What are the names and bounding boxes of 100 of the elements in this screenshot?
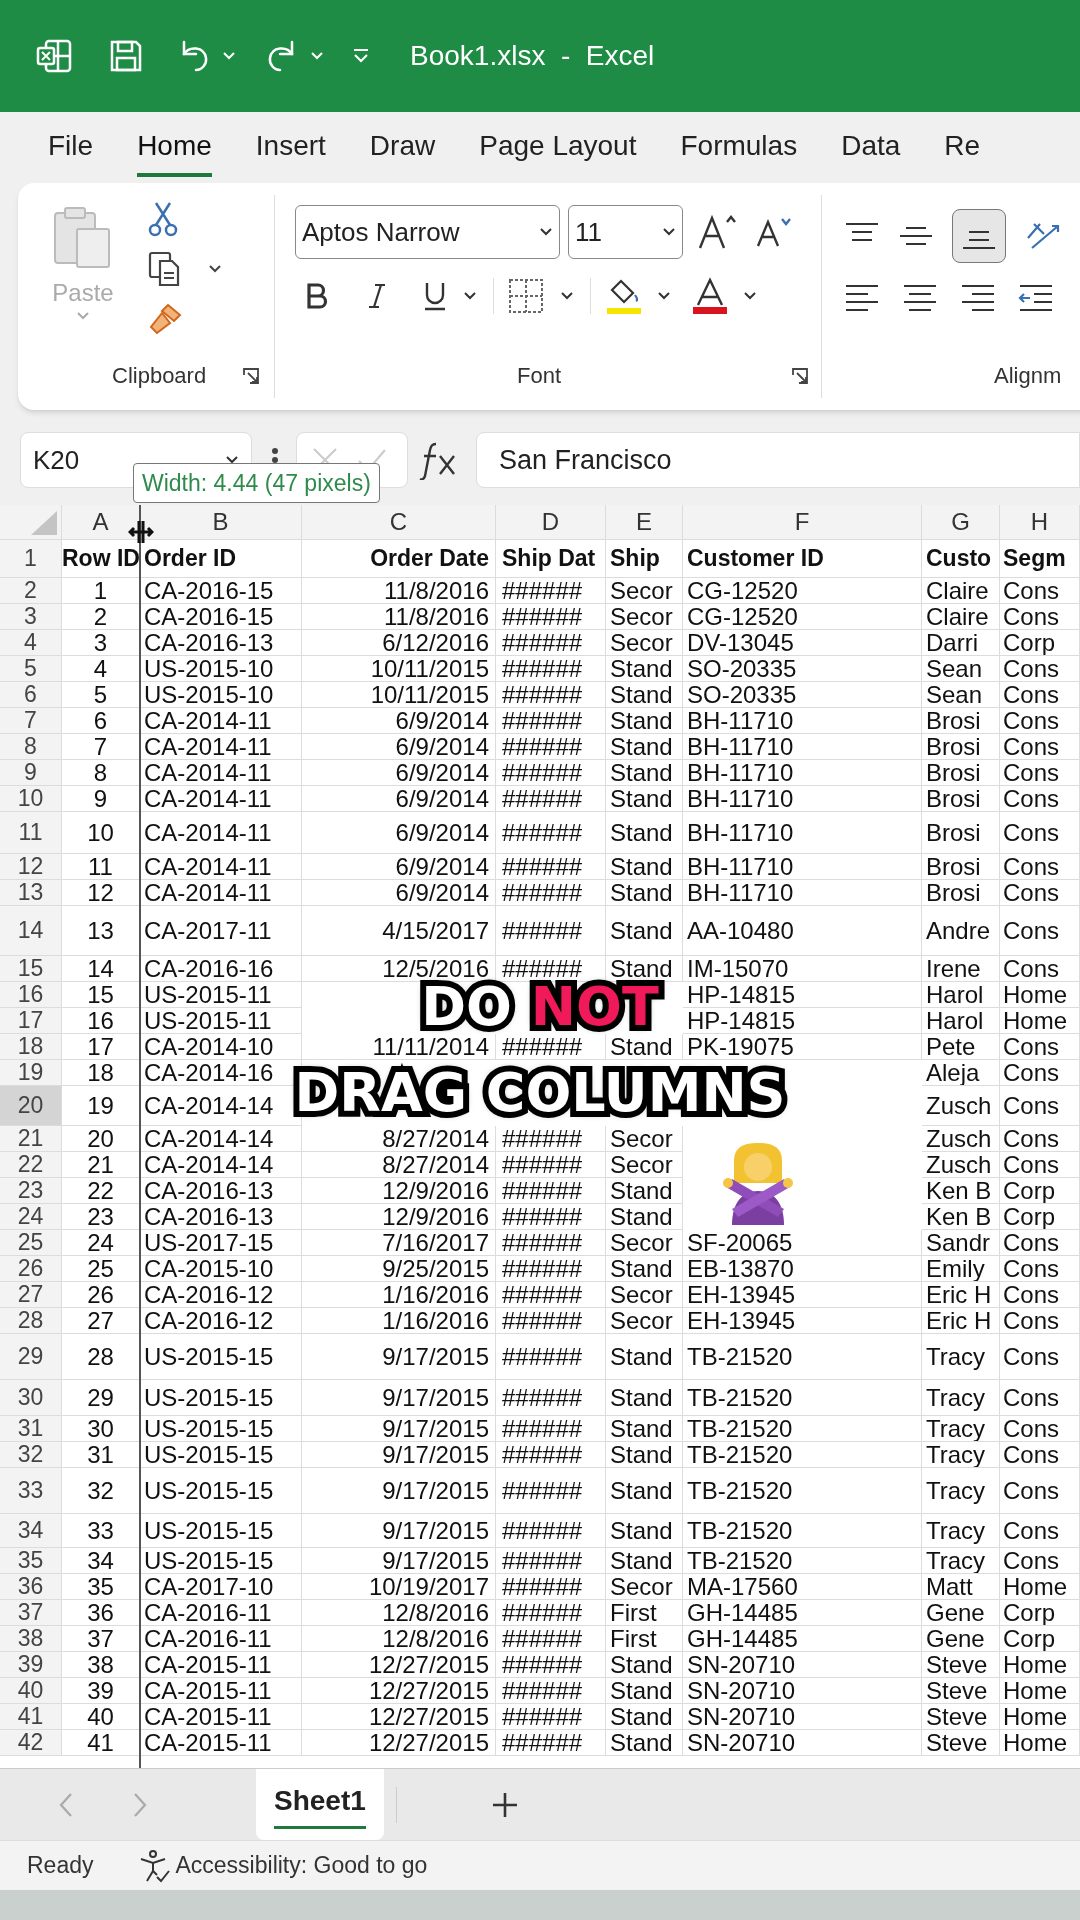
table-cell-text: Harol bbox=[926, 1008, 985, 1033]
table-cell-text: 12/27/2015 bbox=[367, 1652, 489, 1677]
table-cell-text: 12 bbox=[86, 880, 115, 905]
table-cell-text: US-2015-11 bbox=[144, 1008, 273, 1033]
font-name-dropdown[interactable]: Aptos Narrow bbox=[295, 205, 560, 259]
ribbon-tab[interactable]: File bbox=[48, 118, 94, 177]
row-header[interactable]: 26 bbox=[0, 1257, 61, 1280]
ribbon-tab[interactable]: Data bbox=[841, 118, 901, 177]
column-header[interactable]: E bbox=[606, 505, 682, 539]
table-cell-text: Home bbox=[1003, 1008, 1069, 1033]
row-header[interactable]: 8 bbox=[0, 735, 61, 758]
row-header[interactable]: 23 bbox=[0, 1179, 61, 1202]
caret-icon[interactable] bbox=[662, 227, 676, 237]
row-header[interactable]: 15 bbox=[0, 957, 61, 980]
row-header[interactable]: 27 bbox=[0, 1283, 61, 1306]
ribbon-tab[interactable]: Page Layout bbox=[479, 118, 637, 177]
row-header[interactable]: 21 bbox=[0, 1127, 61, 1150]
row-header[interactable]: 42 bbox=[0, 1731, 61, 1754]
row-header[interactable]: 10 bbox=[0, 787, 61, 810]
caret-icon[interactable] bbox=[743, 291, 757, 301]
row-header[interactable]: 17 bbox=[0, 1009, 61, 1032]
table-cell-text: GH-14485 bbox=[687, 1600, 799, 1625]
row-header[interactable]: 38 bbox=[0, 1627, 61, 1650]
caret-icon[interactable] bbox=[208, 264, 222, 274]
column-header[interactable]: F bbox=[683, 505, 921, 539]
decrease-indent-icon[interactable] bbox=[1018, 283, 1054, 313]
row-header[interactable]: 40 bbox=[0, 1679, 61, 1702]
table-cell-text: ###### bbox=[502, 1230, 584, 1255]
table-cell-text: 11/8/2016 bbox=[383, 604, 489, 629]
fill-color-icon[interactable] bbox=[605, 277, 643, 315]
grow-font-icon[interactable] bbox=[697, 214, 737, 250]
row-header[interactable]: 37 bbox=[0, 1601, 61, 1624]
font-color-icon[interactable] bbox=[691, 277, 729, 315]
row-header[interactable]: 3 bbox=[0, 605, 61, 628]
table-cell-text: CA-2014-11 bbox=[144, 854, 273, 879]
row-header[interactable]: 9 bbox=[0, 761, 61, 784]
customize-toolbar-icon[interactable] bbox=[352, 48, 370, 64]
ribbon-tab[interactable]: Draw bbox=[369, 118, 436, 177]
row-header[interactable]: 4 bbox=[0, 631, 61, 654]
add-sheet-icon[interactable] bbox=[490, 1790, 519, 1819]
column-header[interactable]: G bbox=[922, 505, 999, 539]
row-header[interactable]: 35 bbox=[0, 1549, 61, 1572]
dialog-launcher-icon[interactable] bbox=[242, 366, 261, 385]
cut-icon[interactable] bbox=[148, 201, 178, 237]
format-painter-icon[interactable] bbox=[148, 301, 184, 335]
caret-icon[interactable] bbox=[225, 455, 239, 465]
align-center-icon[interactable] bbox=[902, 283, 938, 313]
row-header[interactable]: 24 bbox=[0, 1205, 61, 1228]
shrink-font-icon[interactable] bbox=[755, 216, 793, 248]
column-header[interactable]: H bbox=[1000, 505, 1079, 539]
row-header[interactable]: 36 bbox=[0, 1575, 61, 1598]
row-header[interactable]: 39 bbox=[0, 1653, 61, 1676]
font-size-dropdown[interactable]: 11 bbox=[568, 205, 683, 259]
align-right-icon[interactable] bbox=[960, 283, 996, 313]
ribbon-tab[interactable]: Insert bbox=[255, 118, 326, 177]
row-header[interactable]: 7 bbox=[0, 709, 61, 732]
table-cell-text: Ken B bbox=[926, 1178, 993, 1203]
table-cell-text: Stand bbox=[610, 1518, 674, 1543]
underline-icon[interactable] bbox=[423, 280, 447, 312]
column-header[interactable]: D bbox=[496, 505, 605, 539]
row-header[interactable]: 41 bbox=[0, 1705, 61, 1728]
row-header[interactable]: 16 bbox=[0, 983, 61, 1006]
row-header[interactable]: 22 bbox=[0, 1153, 61, 1176]
align-left-icon[interactable] bbox=[844, 283, 880, 313]
row-header[interactable]: 32 bbox=[0, 1443, 61, 1466]
table-cell-text: Stand bbox=[610, 1204, 674, 1229]
table-cell-text: Cons bbox=[1003, 1416, 1061, 1441]
ribbon-tab[interactable]: Re bbox=[944, 118, 981, 177]
sheet-tab[interactable]: Sheet1 bbox=[256, 1769, 384, 1840]
table-cell-text: 38 bbox=[86, 1652, 115, 1677]
column-header[interactable]: C bbox=[302, 505, 495, 539]
ribbon-tab[interactable]: Home bbox=[137, 118, 212, 177]
row-header[interactable]: 6 bbox=[0, 683, 61, 706]
table-cell-text: CA-2016-15 bbox=[144, 578, 275, 603]
table-cell-text: ###### bbox=[502, 1626, 584, 1651]
row-header[interactable]: 28 bbox=[0, 1309, 61, 1332]
accessibility-status[interactable]: Accessibility: Good to go bbox=[175, 1848, 428, 1883]
italic-icon[interactable] bbox=[367, 282, 387, 310]
align-bottom-button[interactable] bbox=[952, 209, 1006, 263]
caret-icon[interactable] bbox=[657, 291, 671, 301]
row-header[interactable]: 31 bbox=[0, 1417, 61, 1440]
caret-icon[interactable] bbox=[463, 291, 477, 301]
caret-icon[interactable] bbox=[560, 291, 574, 301]
row-header[interactable]: 18 bbox=[0, 1035, 61, 1058]
ribbon-tab[interactable]: Formulas bbox=[680, 118, 798, 177]
table-cell-text: 5 bbox=[92, 682, 109, 707]
bold-icon[interactable] bbox=[305, 282, 329, 310]
row-header[interactable]: 2 bbox=[0, 579, 61, 602]
row-header[interactable]: 5 bbox=[0, 657, 61, 680]
column-header[interactable]: A bbox=[62, 505, 139, 539]
table-cell-text: Corp bbox=[1003, 1626, 1057, 1651]
caret-icon[interactable] bbox=[539, 227, 553, 237]
row-header[interactable]: 19 bbox=[0, 1061, 61, 1084]
row-header[interactable]: 12 bbox=[0, 855, 61, 878]
copy-icon[interactable] bbox=[148, 251, 182, 287]
row-header[interactable]: 25 bbox=[0, 1231, 61, 1254]
formula-field[interactable]: San Francisco bbox=[476, 432, 1080, 488]
row-header[interactable]: 13 bbox=[0, 881, 61, 904]
borders-icon[interactable] bbox=[508, 278, 544, 314]
dialog-launcher-icon[interactable] bbox=[791, 366, 810, 385]
